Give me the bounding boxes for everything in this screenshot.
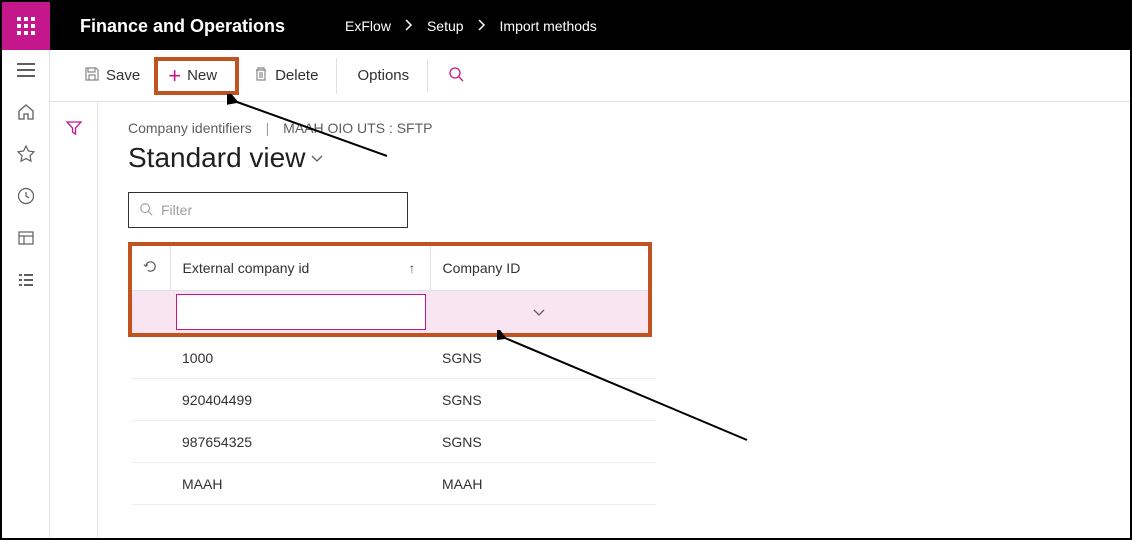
cell-company-id: SGNS (430, 434, 656, 450)
save-button[interactable]: Save (70, 58, 154, 94)
filter-button[interactable] (64, 118, 84, 138)
clock-icon (17, 187, 35, 205)
favorites-button[interactable] (16, 144, 36, 164)
save-label: Save (106, 67, 140, 84)
subtitle-sep: | (266, 120, 270, 136)
new-button[interactable]: + New (154, 57, 239, 95)
left-rail (2, 50, 50, 538)
breadcrumb-item[interactable]: Setup (427, 18, 464, 34)
chevron-right-icon (478, 18, 486, 34)
chevron-right-icon (405, 18, 413, 34)
search-icon (139, 202, 153, 219)
table-row[interactable]: 1000 SGNS (132, 337, 656, 379)
search-button[interactable] (434, 58, 478, 94)
cell-external-id: 920404499 (170, 392, 430, 408)
external-id-input[interactable] (176, 294, 426, 330)
app-title: Finance and Operations (50, 16, 315, 37)
table-header-row: External company id ↑ Company ID (132, 246, 648, 290)
filter-box[interactable] (128, 192, 408, 228)
chevron-down-icon (311, 150, 323, 166)
view-title-label: Standard view (128, 142, 305, 174)
cell-company-id: SGNS (430, 350, 656, 366)
options-button[interactable]: Options (343, 59, 428, 92)
table-row[interactable]: 920404499 SGNS (132, 379, 656, 421)
delete-button[interactable]: Delete (239, 58, 337, 94)
new-label: New (187, 67, 217, 84)
top-header: Finance and Operations ExFlow Setup Impo… (2, 2, 1130, 50)
main: Company identifiers | MAAH OIO UTS : SFT… (98, 102, 1130, 538)
page-subtitle: Company identifiers | MAAH OIO UTS : SFT… (128, 120, 1130, 136)
filter-input[interactable] (161, 202, 397, 218)
table-row[interactable]: MAAH MAAH (132, 463, 656, 505)
table-body: 1000 SGNS 920404499 SGNS 987654325 SGNS … (132, 337, 656, 505)
delete-label: Delete (275, 67, 318, 84)
table-header-highlight: External company id ↑ Company ID (128, 242, 652, 337)
home-icon (17, 103, 35, 121)
breadcrumb: ExFlow Setup Import methods (315, 18, 597, 34)
chevron-down-icon (533, 304, 545, 320)
hamburger-icon (17, 63, 35, 77)
sort-ascending-icon: ↑ (409, 260, 416, 276)
breadcrumb-item[interactable]: Import methods (500, 18, 597, 34)
home-button[interactable] (16, 102, 36, 122)
cell-external-id: MAAH (170, 476, 430, 492)
hamburger-button[interactable] (16, 60, 36, 80)
view-selector[interactable]: Standard view (128, 142, 1130, 174)
workspace-icon (17, 229, 35, 247)
column-header-label: External company id (183, 260, 310, 276)
subtitle-left: Company identifiers (128, 120, 252, 136)
cell-external-id: 987654325 (170, 434, 430, 450)
new-record-row (132, 290, 648, 333)
breadcrumb-item[interactable]: ExFlow (345, 18, 391, 34)
filter-rail (50, 102, 98, 538)
waffle-icon (17, 17, 35, 35)
save-icon (84, 66, 100, 86)
column-header-external-id[interactable]: External company id ↑ (170, 246, 430, 290)
cell-company-id: MAAH (430, 476, 656, 492)
app-launcher-button[interactable] (2, 2, 50, 50)
column-header-company-id[interactable]: Company ID (430, 246, 648, 290)
action-bar: Save + New Delete Options (50, 50, 1130, 102)
recent-button[interactable] (16, 186, 36, 206)
search-icon (448, 66, 464, 86)
options-label: Options (357, 67, 409, 84)
trash-icon (253, 66, 269, 86)
funnel-icon (65, 119, 83, 137)
subtitle-right: MAAH OIO UTS : SFTP (283, 120, 432, 136)
content: Company identifiers | MAAH OIO UTS : SFT… (50, 102, 1130, 538)
list-icon (17, 271, 35, 289)
refresh-column-button[interactable] (132, 246, 170, 290)
company-id-dropdown[interactable] (430, 294, 648, 330)
workspaces-button[interactable] (16, 228, 36, 248)
star-icon (17, 145, 35, 163)
modules-button[interactable] (16, 270, 36, 290)
cell-company-id: SGNS (430, 392, 656, 408)
column-header-label: Company ID (443, 260, 521, 276)
cell-external-id: 1000 (170, 350, 430, 366)
table-row[interactable]: 987654325 SGNS (132, 421, 656, 463)
plus-icon: + (168, 65, 181, 87)
refresh-icon (143, 259, 158, 274)
